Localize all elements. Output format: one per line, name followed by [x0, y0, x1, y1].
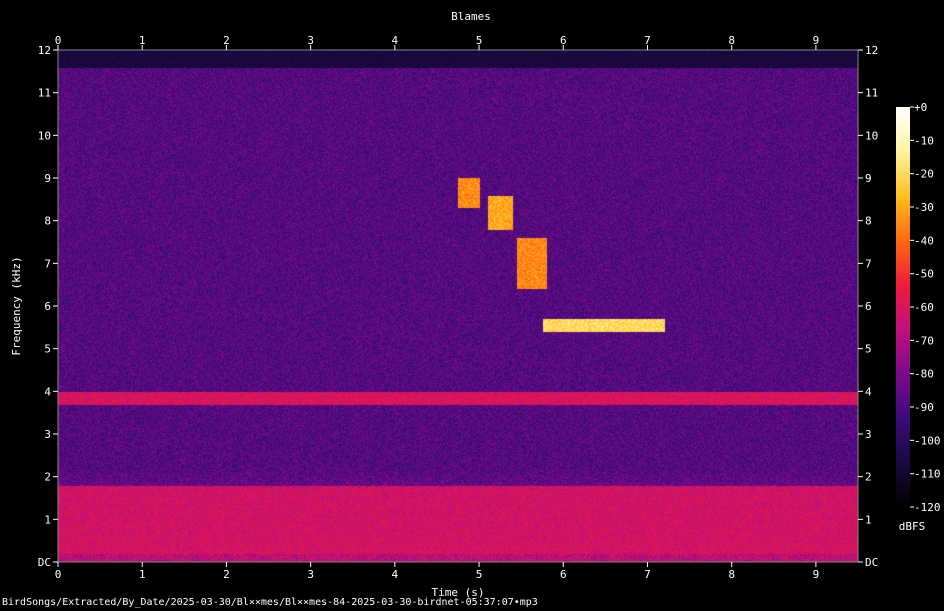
- x-tick-label-top: 5: [476, 34, 483, 47]
- y-axis-label: Frequency (kHz): [10, 256, 23, 355]
- x-tick-label-bottom: 8: [728, 568, 735, 581]
- spectrogram-image: [58, 50, 858, 562]
- y-tick-label-right: 7: [865, 257, 872, 270]
- colorbar-label: dBFS: [899, 520, 926, 533]
- y-tick-label-left: 9: [44, 172, 51, 185]
- y-tick-label-left: 2: [44, 471, 51, 484]
- x-tick-label-top: 7: [644, 34, 651, 47]
- y-tick-label-right: 10: [865, 129, 878, 142]
- y-tick-label-left: 3: [44, 428, 51, 441]
- colorbar-tick-label: -50: [914, 268, 934, 281]
- x-tick-label-bottom: 9: [813, 568, 820, 581]
- x-tick-label-top: 9: [813, 34, 820, 47]
- file-path: BirdSongs/Extracted/By_Date/2025-03-30/B…: [2, 597, 538, 608]
- y-tick-label-left: 6: [44, 300, 51, 313]
- colorbar-tick-label: -20: [914, 168, 934, 181]
- colorbar-tick-label: -120: [914, 501, 941, 514]
- x-tick-label-top: 6: [560, 34, 567, 47]
- y-tick-label-right: 9: [865, 172, 872, 185]
- colorbar-tick-label: +0: [914, 101, 927, 114]
- y-tick-label-left: 11: [38, 87, 51, 100]
- x-tick-label-bottom: 2: [223, 568, 230, 581]
- y-tick-label-right: 12: [865, 44, 878, 57]
- y-tick-label-right: 1: [865, 513, 872, 526]
- colorbar-tick-label: -30: [914, 201, 934, 214]
- y-tick-label-right: 2: [865, 471, 872, 484]
- y-tick-label-right: 11: [865, 87, 878, 100]
- x-tick-label-bottom: 0: [55, 568, 62, 581]
- y-tick-label-right: 4: [865, 385, 872, 398]
- y-tick-label-right: 8: [865, 215, 872, 228]
- spectrogram-chart: Blames 0123456789 0123456789 DC123456789…: [0, 0, 944, 611]
- y-tick-label-left: 10: [38, 129, 51, 142]
- x-tick-label-bottom: 7: [644, 568, 651, 581]
- x-tick-label-top: 2: [223, 34, 230, 47]
- y-tick-label-left: 8: [44, 215, 51, 228]
- colorbar-tick-label: -40: [914, 234, 934, 247]
- y-tick-label-left: 12: [38, 44, 51, 57]
- x-tick-label-top: 4: [392, 34, 399, 47]
- y-tick-label-left: 5: [44, 343, 51, 356]
- y-tick-label-left: DC: [38, 556, 51, 569]
- x-tick-label-top: 3: [307, 34, 314, 47]
- y-tick-label-right: DC: [865, 556, 878, 569]
- y-tick-label-left: 1: [44, 513, 51, 526]
- colorbar: [896, 107, 910, 507]
- x-tick-label-top: 8: [728, 34, 735, 47]
- x-tick-label-bottom: 4: [392, 568, 399, 581]
- colorbar-tick-label: -10: [914, 134, 934, 147]
- x-tick-label-bottom: 6: [560, 568, 567, 581]
- x-tick-label-top: 0: [55, 34, 62, 47]
- x-tick-label-top: 1: [139, 34, 146, 47]
- y-tick-label-right: 5: [865, 343, 872, 356]
- colorbar-tick-label: -100: [914, 434, 941, 447]
- colorbar-tick-label: -80: [914, 368, 934, 381]
- x-tick-label-bottom: 3: [307, 568, 314, 581]
- y-tick-label-left: 7: [44, 257, 51, 270]
- x-tick-label-bottom: 1: [139, 568, 146, 581]
- colorbar-tick-label: -90: [914, 401, 934, 414]
- y-tick-label-right: 3: [865, 428, 872, 441]
- chart-title: Blames: [451, 10, 491, 23]
- colorbar-tick-label: -70: [914, 334, 934, 347]
- x-tick-label-bottom: 5: [476, 568, 483, 581]
- colorbar-tick-label: -60: [914, 301, 934, 314]
- colorbar-tick-label: -110: [914, 468, 941, 481]
- y-tick-label-right: 6: [865, 300, 872, 313]
- y-tick-label-left: 4: [44, 385, 51, 398]
